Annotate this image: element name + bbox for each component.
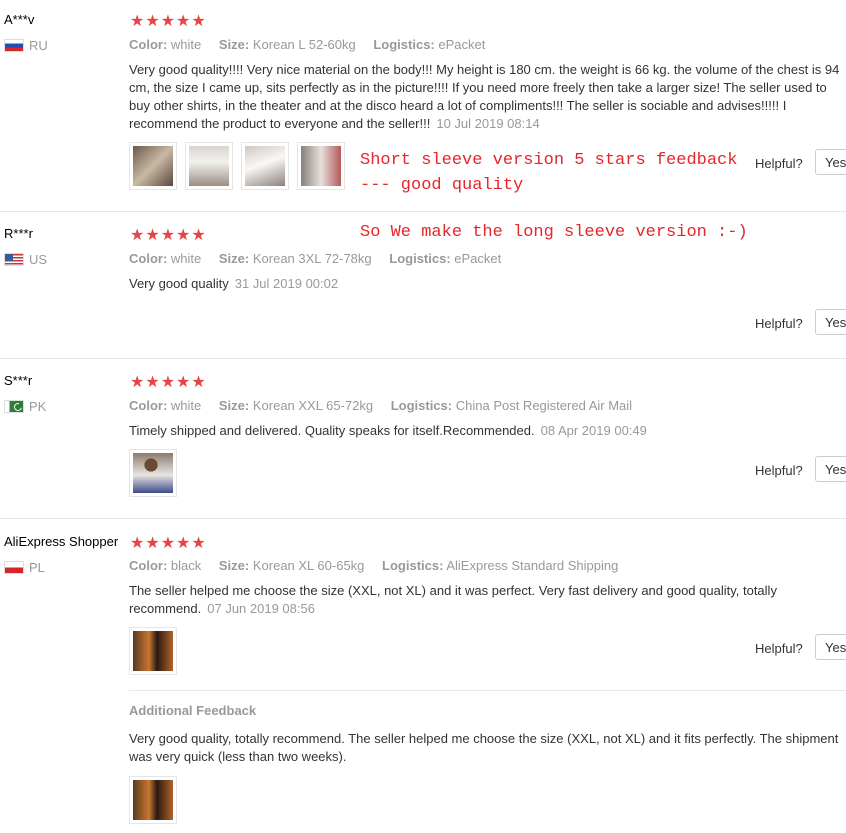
reviewer-name: R***r — [4, 226, 33, 241]
helpful-yes-button[interactable]: Yes — [815, 309, 846, 335]
review-date: 10 Jul 2019 08:14 — [436, 116, 540, 131]
size-label: Size: — [218, 37, 250, 52]
country-code: US — [29, 252, 48, 267]
star-rating: ★★★★★ — [130, 13, 207, 30]
review-photo[interactable] — [129, 776, 177, 824]
country-code: PK — [29, 399, 47, 414]
review-photos — [129, 449, 177, 497]
reviewer-country: PK — [4, 399, 46, 414]
color-value: white — [170, 37, 202, 52]
review-date: 08 Apr 2019 00:49 — [540, 423, 647, 438]
color-value: white — [170, 398, 202, 413]
logistics-label: Logistics: — [389, 251, 451, 266]
review-meta: Color: white Size: Korean XXL 65-72kg Lo… — [129, 398, 632, 413]
logistics-label: Logistics: — [382, 558, 444, 573]
flag-ru-icon — [4, 39, 24, 52]
review-photo[interactable] — [129, 627, 177, 675]
helpful-label: Helpful? — [755, 641, 803, 656]
additional-feedback-title: Additional Feedback — [129, 703, 257, 718]
helpful-yes-button[interactable]: Yes — [815, 634, 846, 660]
helpful-yes-button[interactable]: Yes — [815, 149, 846, 175]
size-value: Korean XL 60-65kg — [252, 558, 365, 573]
color-label: Color: — [129, 558, 168, 573]
reviewer-country: PL — [4, 560, 45, 575]
review-meta: Color: white Size: Korean 3XL 72-78kg Lo… — [129, 251, 501, 266]
annotation-line-1: Short sleeve version 5 stars feedback — [360, 151, 738, 170]
star-rating: ★★★★★ — [130, 374, 207, 391]
additional-feedback-photos — [129, 776, 177, 824]
helpful-label: Helpful? — [755, 316, 803, 331]
size-label: Size: — [218, 251, 250, 266]
size-value: Korean 3XL 72-78kg — [252, 251, 372, 266]
reviewer-name: AliExpress Shopper — [4, 534, 119, 549]
helpful-label: Helpful? — [755, 156, 803, 171]
color-label: Color: — [129, 37, 168, 52]
helpful-yes-button[interactable]: Yes — [815, 456, 846, 482]
flag-us-icon — [4, 253, 24, 266]
review-body: Timely shipped and delivered. Quality sp… — [129, 423, 535, 438]
reviewer-country: US — [4, 252, 47, 267]
review-photo[interactable] — [185, 142, 233, 190]
review-photo[interactable] — [241, 142, 289, 190]
reviewer-country: RU — [4, 38, 48, 53]
review-divider — [0, 518, 846, 519]
logistics-label: Logistics: — [373, 37, 435, 52]
review-meta: Color: black Size: Korean XL 60-65kg Log… — [129, 558, 618, 573]
annotation-line-2: --- good quality — [360, 176, 524, 195]
country-code: PL — [29, 560, 45, 575]
flag-pl-icon — [4, 561, 24, 574]
additional-feedback-divider — [129, 690, 846, 691]
flag-pk-icon — [4, 400, 24, 413]
review-text: Very good quality!!!! Very nice material… — [129, 61, 841, 133]
review-photos — [129, 627, 177, 675]
review-date: 31 Jul 2019 00:02 — [234, 276, 339, 291]
logistics-label: Logistics: — [390, 398, 453, 413]
size-label: Size: — [218, 558, 250, 573]
star-rating: ★★★★★ — [130, 227, 207, 244]
review-text: Very good quality 31 Jul 2019 00:02 — [129, 275, 841, 293]
review-photos — [129, 142, 345, 190]
size-label: Size: — [218, 398, 250, 413]
color-label: Color: — [129, 251, 168, 266]
review-date: 07 Jun 2019 08:56 — [207, 601, 315, 616]
review-divider — [0, 211, 846, 212]
color-value: black — [170, 558, 202, 573]
additional-feedback-text: Very good quality, totally recommend. Th… — [129, 731, 839, 764]
size-value: Korean L 52-60kg — [252, 37, 356, 52]
annotation-line-3: So We make the long sleeve version :-) — [360, 223, 748, 242]
reviewer-name: S***r — [4, 373, 33, 388]
color-value: white — [170, 251, 202, 266]
reviewer-name: A***v — [4, 12, 35, 27]
review-body: Very good quality — [129, 276, 229, 291]
review-meta: Color: white Size: Korean L 52-60kg Logi… — [129, 37, 485, 52]
logistics-value: ePacket — [454, 251, 502, 266]
review-photo[interactable] — [129, 449, 177, 497]
helpful-label: Helpful? — [755, 463, 803, 478]
country-code: RU — [29, 38, 48, 53]
logistics-value: ePacket — [438, 37, 486, 52]
review-text: The seller helped me choose the size (XX… — [129, 582, 841, 618]
star-rating: ★★★★★ — [130, 535, 207, 552]
logistics-value: China Post Registered Air Mail — [455, 398, 633, 413]
size-value: Korean XXL 65-72kg — [252, 398, 374, 413]
review-photo[interactable] — [297, 142, 345, 190]
color-label: Color: — [129, 398, 168, 413]
review-text: Timely shipped and delivered. Quality sp… — [129, 422, 841, 440]
review-photo[interactable] — [129, 142, 177, 190]
review-divider — [0, 358, 846, 359]
logistics-value: AliExpress Standard Shipping — [446, 558, 619, 573]
